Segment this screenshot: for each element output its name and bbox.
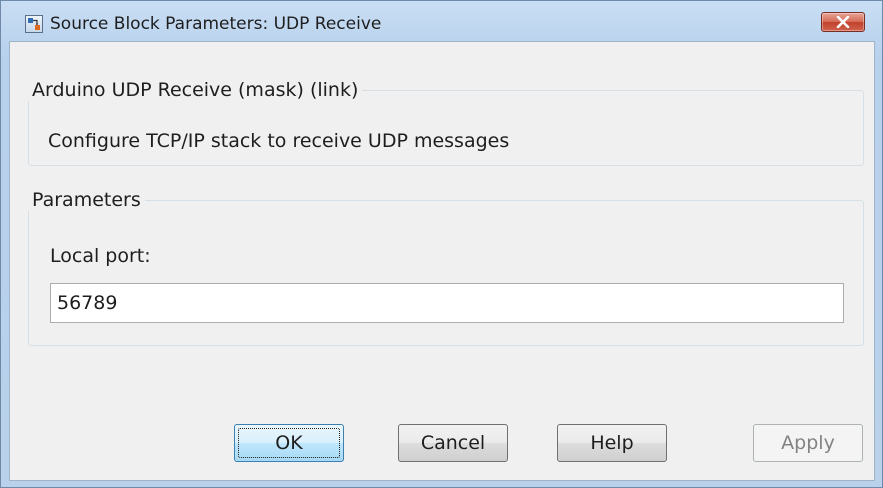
mask-group-legend: Arduino UDP Receive (mask) (link): [28, 79, 363, 101]
parameters-group: [28, 200, 864, 346]
ok-button[interactable]: OK: [234, 424, 344, 462]
mask-description: Configure TCP/IP stack to receive UDP me…: [48, 130, 510, 152]
close-icon: [836, 16, 850, 28]
mask-description-group: [28, 90, 864, 166]
close-button[interactable]: [821, 12, 865, 32]
help-button-label: Help: [590, 432, 634, 454]
local-port-label: Local port:: [50, 245, 151, 267]
local-port-field[interactable]: [50, 283, 844, 323]
apply-button[interactable]: Apply: [753, 424, 863, 462]
cancel-button-label: Cancel: [420, 432, 486, 454]
help-button[interactable]: Help: [557, 424, 667, 462]
simulink-block-icon: [25, 15, 43, 33]
cancel-button[interactable]: Cancel: [398, 424, 508, 462]
parameters-group-legend: Parameters: [28, 189, 145, 211]
dialog-window: Source Block Parameters: UDP Receive Ard…: [0, 0, 883, 488]
window-title: Source Block Parameters: UDP Receive: [50, 14, 382, 34]
focus-rectangle: [238, 428, 340, 458]
dialog-client-area: Arduino UDP Receive (mask) (link) Config…: [9, 41, 875, 481]
title-bar[interactable]: Source Block Parameters: UDP Receive: [1, 1, 882, 41]
apply-button-label: Apply: [781, 432, 835, 454]
